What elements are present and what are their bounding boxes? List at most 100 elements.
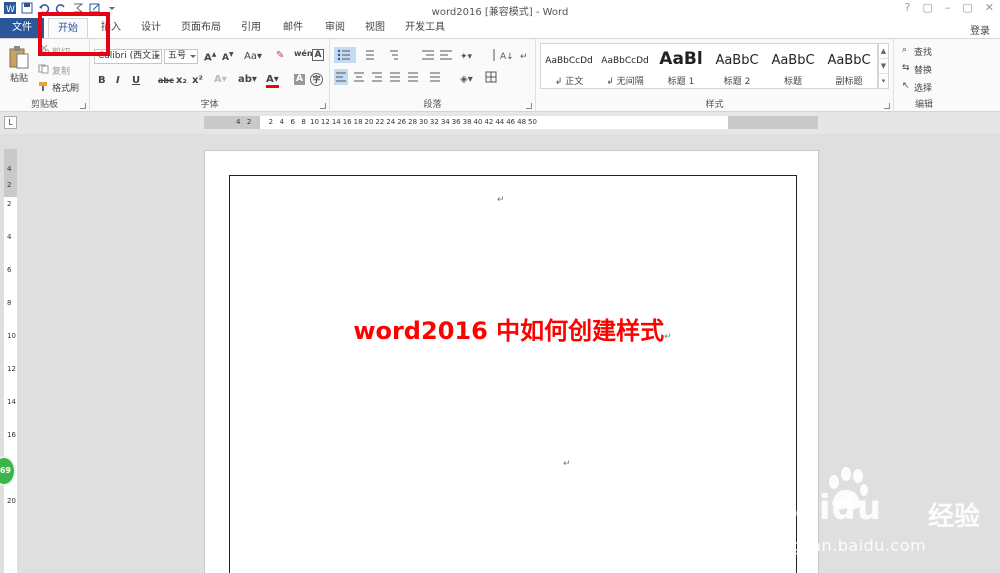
tab-page-layout[interactable]: 页面布局 [178, 18, 224, 38]
style-no-spacing[interactable]: AaBbCcDd ↲ 无间隔 [597, 44, 653, 90]
text-effects-icon[interactable]: A▾ [214, 74, 227, 85]
bold-button[interactable]: B [98, 75, 106, 86]
sign-in-link[interactable]: 登录 [970, 22, 990, 37]
font-group: Calibri (西文正 五号 A▲ A▼ Aa▾ ✎ wén A B I U … [90, 39, 330, 112]
find-button[interactable]: 查找 [914, 45, 932, 58]
restore-button[interactable]: ▢ [962, 1, 972, 14]
font-size-select[interactable]: 五号 [164, 49, 198, 64]
paragraph-launcher-icon[interactable] [526, 103, 532, 109]
watermark-cn: 经验 [928, 502, 981, 532]
superscript-button[interactable]: x² [192, 75, 203, 86]
style-title[interactable]: AaBbC 标题 [765, 44, 821, 90]
close-button[interactable]: ✕ [985, 1, 994, 14]
hruler-number: 20 [364, 118, 374, 126]
svg-text:◈▾: ◈▾ [460, 74, 473, 85]
font-color-icon[interactable]: A▾ [266, 74, 279, 88]
ruler-area: L 4 2 2 4 6 8 10 12 14 16 18 20 22 24 26 28 30 32 34 36 38 40… [0, 112, 1000, 134]
hruler-number: 2 [268, 118, 274, 126]
hruler-number: 50 [528, 118, 537, 126]
clear-format-icon[interactable]: ✎ [276, 50, 284, 61]
italic-button[interactable]: I [116, 75, 120, 86]
grow-font-button[interactable]: A▲ [204, 51, 216, 63]
paragraph-tools[interactable]: ✦▾ A↓ ↵ ◈▾ [334, 47, 530, 87]
hruler-number: 40 [473, 118, 483, 126]
help-button[interactable]: ? [905, 1, 911, 14]
page-border [229, 175, 797, 573]
tab-view[interactable]: 视图 [360, 18, 390, 38]
hruler-number: 36 [451, 118, 461, 126]
styles-gallery-scroll[interactable]: ▲ ▼ ▾ [878, 43, 889, 89]
ribbon-tabs: 文件 开始 插入 设计 页面布局 引用 邮件 审阅 视图 开发工具 登录 [0, 18, 1000, 39]
hruler-number: 32 [429, 118, 439, 126]
hruler-number: 6 [290, 118, 295, 126]
shrink-font-button[interactable]: A▼ [222, 51, 234, 63]
format-painter-icon[interactable] [38, 81, 50, 91]
vruler-number: 20 [7, 497, 16, 505]
subscript-button[interactable]: x₂ [176, 75, 187, 86]
vruler-number: 14 [7, 398, 16, 406]
tab-design[interactable]: 设计 [136, 18, 166, 38]
styles-launcher-icon[interactable] [884, 103, 890, 109]
tab-selector-icon[interactable]: L [4, 116, 17, 129]
style-heading-1[interactable]: AaBl 标题 1 [653, 44, 709, 90]
hruler-number: 14 [331, 118, 341, 126]
clipboard-launcher-icon[interactable] [80, 103, 86, 109]
style-name: 标题 2 [723, 77, 751, 87]
word-window: W word2016 [兼容模式] - Word ? ▢ – ▢ ✕ 文件 开始… [0, 0, 1000, 573]
replace-button[interactable]: 替换 [914, 63, 932, 76]
char-border-icon[interactable]: A [312, 49, 324, 61]
select-button[interactable]: 选择 [914, 81, 932, 94]
underline-button[interactable]: U [132, 75, 140, 86]
strikethrough-button[interactable]: abc [158, 76, 174, 85]
svg-text:✦▾: ✦▾ [460, 52, 473, 62]
tab-references[interactable]: 引用 [236, 18, 266, 38]
ribbon: 粘贴 剪切 复制 格式刷 剪贴板 Calibri (西文正 五号 A▲ A▼ A… [0, 38, 1000, 112]
vertical-ruler[interactable]: 422468101214161820 [4, 149, 17, 573]
change-case-button[interactable]: Aa▾ [244, 51, 262, 62]
tab-highlight-box [38, 12, 110, 56]
select-icon[interactable]: ↖ [902, 81, 910, 91]
vruler-number: 2 [7, 181, 12, 189]
document-page[interactable]: ↵ word2016 中如何创建样式↵ ↵ [204, 150, 819, 573]
vruler-number: 12 [7, 365, 16, 373]
minimize-button[interactable]: – [945, 1, 951, 14]
vruler-top-margin [4, 149, 17, 197]
copy-icon[interactable] [38, 64, 50, 74]
editing-group: ⌕ 查找 ⇆ 替换 ↖ 选择 编辑 [894, 39, 954, 112]
style-normal[interactable]: AaBbCcDd ↲ 正文 [541, 44, 597, 90]
tab-mailings[interactable]: 邮件 [278, 18, 308, 38]
style-name: ↲ 正文 [554, 77, 584, 87]
vruler-number: 6 [7, 266, 12, 274]
horizontal-ruler[interactable]: 4 2 2 4 6 8 10 12 14 16 18 20 22 24 26 28 30 32 34 36 38 40 42… [204, 116, 818, 129]
gallery-up-icon[interactable]: ▲ [879, 44, 888, 59]
vruler-number: 16 [7, 431, 16, 439]
style-sample: AaBbC [771, 53, 815, 68]
tab-review[interactable]: 审阅 [320, 18, 350, 38]
highlight-color-icon[interactable]: ab▾ [238, 74, 257, 85]
hruler-number: 18 [353, 118, 363, 126]
gallery-more-icon[interactable]: ▾ [879, 74, 888, 89]
style-heading-2[interactable]: AaBbC 标题 2 [709, 44, 765, 90]
paragraph-mark: ↵ [563, 459, 571, 469]
paste-button[interactable]: 粘贴 [10, 71, 28, 84]
gallery-down-icon[interactable]: ▼ [879, 59, 888, 74]
paste-icon[interactable] [8, 45, 30, 71]
enclose-chars-icon[interactable]: 字 [310, 73, 323, 86]
char-shading-icon[interactable]: A [294, 74, 305, 85]
copy-button[interactable]: 复制 [52, 64, 70, 77]
tab-developer[interactable]: 开发工具 [400, 18, 450, 38]
format-painter-button[interactable]: 格式刷 [52, 81, 79, 94]
document-heading[interactable]: word2016 中如何创建样式↵ [205, 311, 820, 346]
phonetic-guide-icon[interactable]: wén [294, 49, 313, 58]
replace-icon[interactable]: ⇆ [902, 63, 910, 73]
ribbon-display-button[interactable]: ▢ [922, 1, 932, 14]
hruler-number: 42 [484, 118, 494, 126]
find-icon[interactable]: ⌕ [902, 45, 907, 55]
hruler-number: 4 [279, 118, 285, 126]
style-subtitle[interactable]: AaBbC 副标题 [821, 44, 877, 90]
hruler-number: 48 [517, 118, 527, 126]
window-controls: ? ▢ – ▢ ✕ [905, 1, 994, 14]
font-launcher-icon[interactable] [320, 103, 326, 109]
ruler-left-margin [204, 116, 260, 129]
style-name: 标题 [783, 77, 802, 87]
